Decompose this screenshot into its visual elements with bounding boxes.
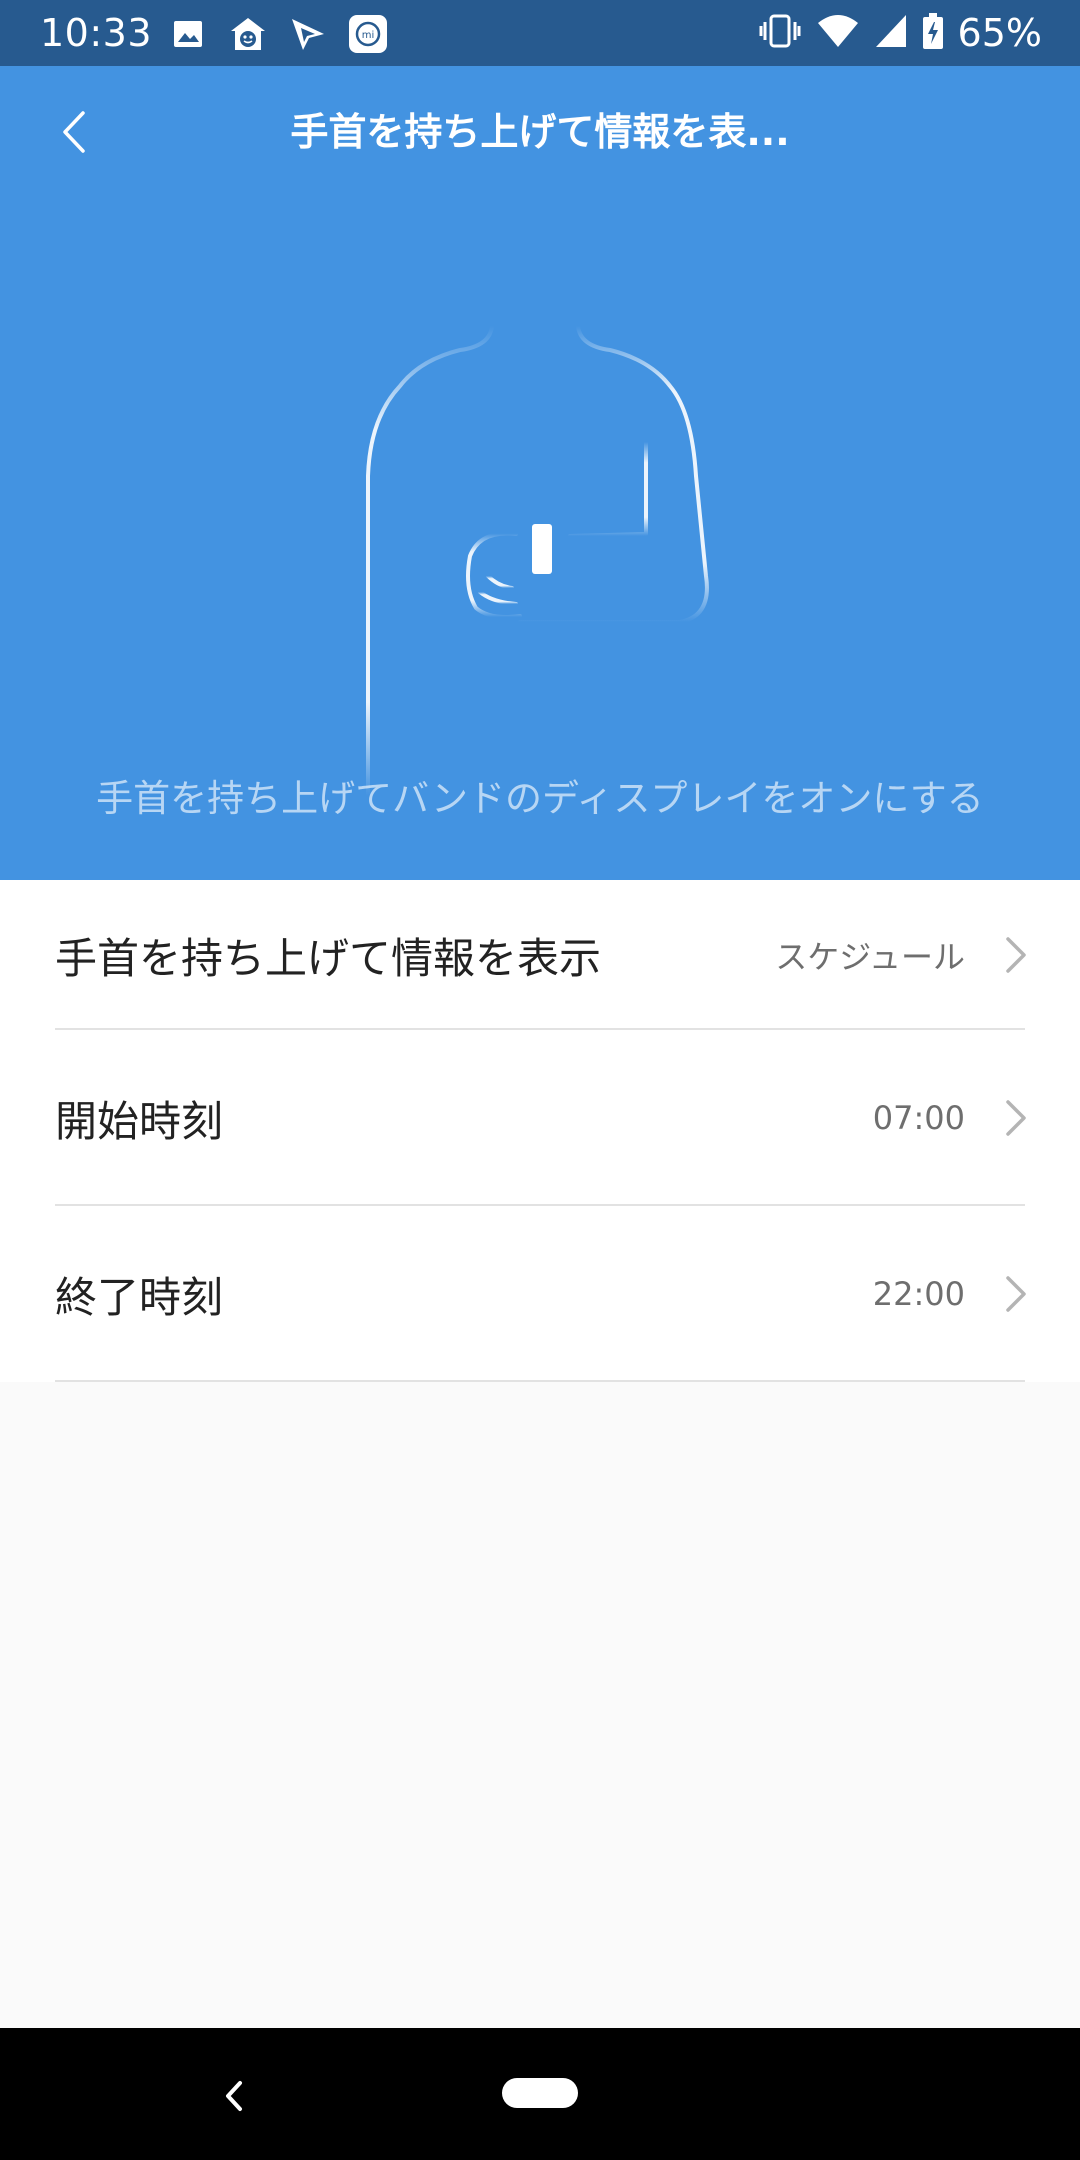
back-button[interactable] bbox=[44, 102, 104, 162]
setting-value: スケジュール bbox=[775, 938, 965, 976]
battery-percent: 65% bbox=[957, 11, 1042, 55]
setting-row-start-time[interactable]: 開始時刻 07:00 bbox=[0, 1030, 1080, 1206]
chevron-right-icon bbox=[1006, 937, 1026, 973]
nav-home-pill-icon[interactable] bbox=[502, 2078, 578, 2108]
nav-back-icon bbox=[226, 2081, 242, 2111]
vibrate-icon bbox=[758, 13, 802, 53]
header-hero: 手首を持ち上げて情報を表... 手首を持ち上げてバンドのディスプレイをオンにする bbox=[0, 66, 1080, 880]
hero-caption: 手首を持ち上げてバンドのディスプレイをオンにする bbox=[96, 777, 984, 820]
status-bar: 10:33 mi 65% bbox=[0, 0, 1080, 66]
image-icon bbox=[168, 14, 208, 54]
divider bbox=[55, 1380, 1025, 1382]
setting-row-raise-wrist[interactable]: 手首を持ち上げて情報を表示 スケジュール bbox=[0, 880, 1080, 1030]
status-time: 10:33 bbox=[40, 11, 153, 55]
setting-value: 22:00 bbox=[872, 1275, 965, 1313]
setting-label: 手首を持ち上げて情報を表示 bbox=[55, 933, 602, 983]
signal-app-icon bbox=[288, 14, 328, 54]
battery-charging-icon bbox=[922, 12, 944, 54]
setting-value: 07:00 bbox=[872, 1099, 965, 1137]
status-left-icons: mi bbox=[168, 14, 388, 54]
navigation-bar bbox=[0, 2028, 1080, 2160]
nav-back-button[interactable] bbox=[212, 2074, 256, 2118]
chevron-right-icon bbox=[1006, 1276, 1026, 1312]
setting-label: 開始時刻 bbox=[55, 1096, 224, 1146]
wrist-raise-illustration bbox=[366, 326, 709, 798]
status-right: 65% bbox=[758, 8, 1042, 58]
settings-list: 手首を持ち上げて情報を表示 スケジュール 開始時刻 07:00 終了時刻 22:… bbox=[0, 880, 1080, 1382]
mi-app-icon: mi bbox=[348, 14, 388, 54]
svg-text:mi: mi bbox=[362, 30, 375, 41]
chevron-left-icon bbox=[63, 111, 85, 153]
cell-signal-icon bbox=[874, 13, 908, 53]
wifi-icon bbox=[816, 13, 860, 53]
chevron-right-icon bbox=[1006, 1100, 1026, 1136]
setting-label: 終了時刻 bbox=[55, 1272, 224, 1322]
page-title: 手首を持ち上げて情報を表... bbox=[290, 110, 790, 154]
home-face-icon bbox=[228, 14, 268, 54]
setting-row-end-time[interactable]: 終了時刻 22:00 bbox=[0, 1206, 1080, 1382]
